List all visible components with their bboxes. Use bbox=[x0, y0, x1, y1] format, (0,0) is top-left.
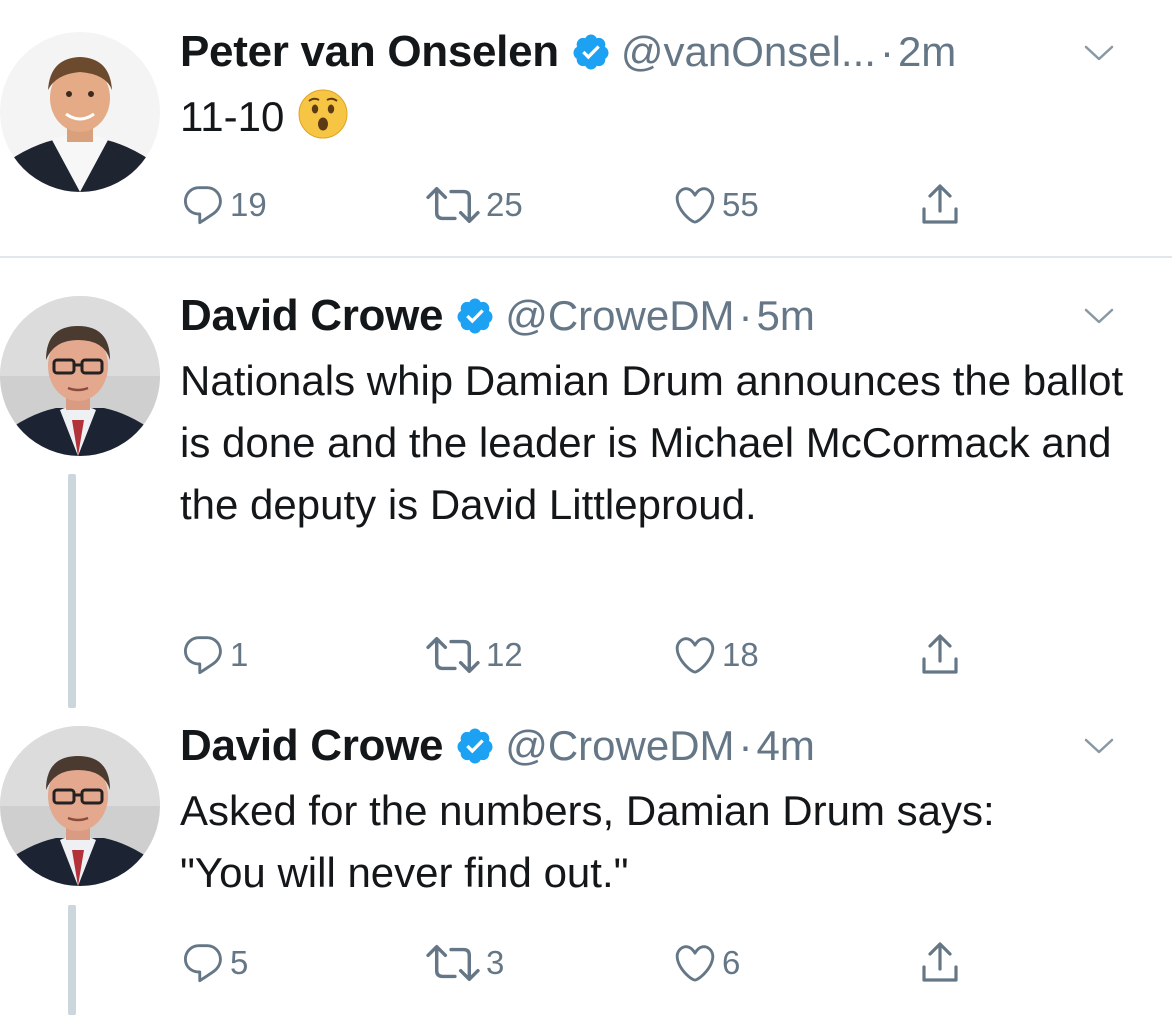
separator: · bbox=[738, 292, 753, 339]
retweet-button[interactable]: 25 bbox=[424, 180, 523, 230]
retweet-count: 12 bbox=[486, 636, 523, 673]
verified-badge-icon bbox=[455, 726, 495, 766]
tweet-actions: 1 12 18 bbox=[180, 630, 980, 680]
user-handle[interactable]: @CroweDM bbox=[505, 292, 734, 340]
separator: · bbox=[879, 28, 894, 75]
reply-icon bbox=[184, 944, 222, 983]
display-name[interactable]: David Crowe bbox=[180, 721, 444, 771]
retweet-icon bbox=[426, 186, 480, 224]
share-icon bbox=[922, 634, 958, 674]
reply-icon bbox=[184, 186, 222, 225]
display-name[interactable]: David Crowe bbox=[180, 291, 444, 341]
like-button[interactable]: 55 bbox=[672, 180, 759, 230]
hushed-face-emoji-icon bbox=[298, 89, 348, 139]
tweet-text: Asked for the numbers, Damian Drum says:… bbox=[180, 787, 995, 896]
reply-icon bbox=[184, 636, 222, 675]
retweet-count: 25 bbox=[486, 186, 523, 223]
tweet-text: Nationals whip Damian Drum announces the… bbox=[180, 357, 1124, 528]
retweet-button[interactable]: 12 bbox=[424, 630, 523, 680]
thread-connector-line bbox=[68, 474, 76, 708]
reply-count: 5 bbox=[230, 944, 249, 981]
avatar[interactable] bbox=[0, 726, 160, 886]
timestamp[interactable]: 5m bbox=[757, 292, 815, 340]
tweet-body: 11-10 bbox=[180, 93, 285, 140]
retweet-icon bbox=[426, 636, 480, 674]
like-count: 18 bbox=[722, 636, 759, 673]
display-name[interactable]: Peter van Onselen bbox=[180, 27, 559, 77]
like-button[interactable]: 18 bbox=[672, 630, 759, 680]
tweet-header: Peter van Onselen @vanOnsel... · 2m bbox=[180, 27, 956, 77]
share-button[interactable] bbox=[916, 630, 964, 680]
like-button[interactable]: 6 bbox=[672, 938, 740, 988]
separator: · bbox=[738, 722, 753, 769]
reply-button[interactable]: 1 bbox=[180, 630, 248, 680]
like-count: 55 bbox=[722, 186, 759, 223]
reply-button[interactable]: 19 bbox=[180, 180, 267, 230]
verified-badge-icon bbox=[571, 32, 611, 72]
share-button[interactable] bbox=[916, 938, 964, 988]
user-handle[interactable]: @vanOnsel... bbox=[621, 28, 876, 76]
reply-count: 1 bbox=[230, 636, 249, 673]
like-icon bbox=[675, 945, 715, 982]
timestamp[interactable]: 4m bbox=[757, 722, 815, 770]
verified-badge-icon bbox=[455, 296, 495, 336]
tweet-header: David Crowe @CroweDM · 4m bbox=[180, 721, 815, 771]
avatar[interactable] bbox=[0, 32, 160, 192]
chevron-down-icon[interactable] bbox=[1084, 44, 1114, 62]
retweet-button[interactable]: 3 bbox=[424, 938, 504, 988]
user-handle[interactable]: @CroweDM bbox=[505, 722, 734, 770]
tweet-actions: 19 25 55 bbox=[180, 180, 980, 230]
share-icon bbox=[922, 184, 958, 224]
tweet-text: 11-10 bbox=[180, 86, 1140, 148]
like-icon bbox=[675, 187, 715, 224]
chevron-down-icon[interactable] bbox=[1084, 307, 1114, 325]
avatar-peter-van-onselen-image bbox=[0, 32, 160, 192]
tweet-divider bbox=[0, 256, 1172, 258]
avatar-david-crowe-image bbox=[0, 726, 160, 886]
like-count: 6 bbox=[722, 944, 741, 981]
share-icon bbox=[922, 942, 958, 982]
reply-count: 19 bbox=[230, 186, 267, 223]
tweet-feed: Peter van Onselen @vanOnsel... · 2m 11-1… bbox=[0, 0, 1172, 1023]
reply-button[interactable]: 5 bbox=[180, 938, 248, 988]
share-button[interactable] bbox=[916, 180, 964, 230]
avatar[interactable] bbox=[0, 296, 160, 456]
tweet-header: David Crowe @CroweDM · 5m bbox=[180, 291, 815, 341]
retweet-icon bbox=[426, 944, 480, 982]
tweet-actions: 5 3 6 bbox=[180, 938, 980, 988]
avatar-david-crowe-image bbox=[0, 296, 160, 456]
chevron-down-icon[interactable] bbox=[1084, 737, 1114, 755]
retweet-count: 3 bbox=[486, 944, 505, 981]
thread-connector-line bbox=[68, 905, 76, 1015]
timestamp[interactable]: 2m bbox=[898, 28, 956, 76]
like-icon bbox=[675, 637, 715, 674]
